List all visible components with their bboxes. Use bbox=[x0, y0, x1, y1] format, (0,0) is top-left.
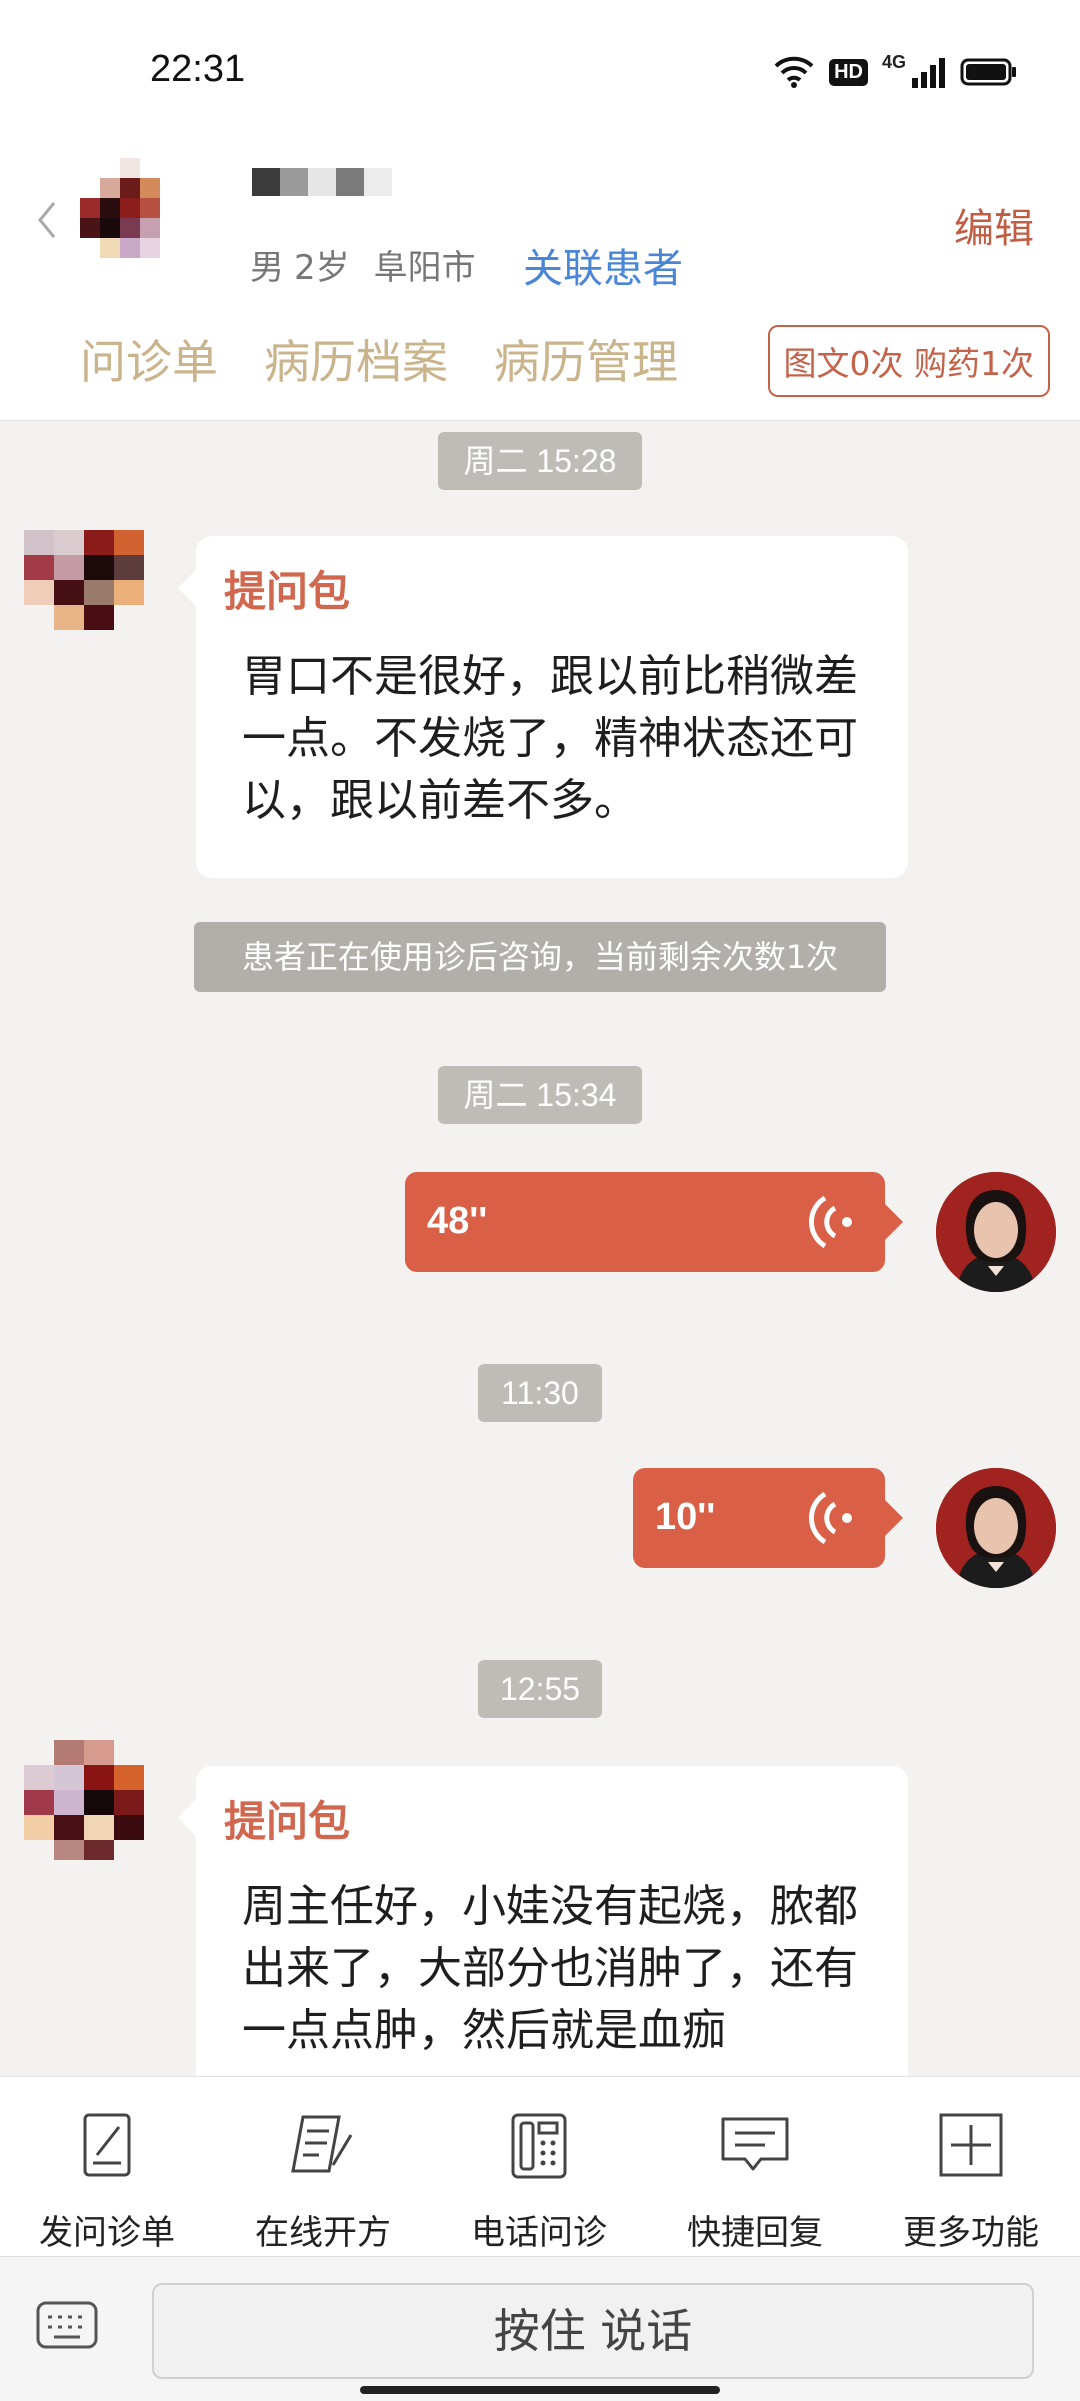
signal-icon bbox=[912, 58, 945, 88]
keyboard-icon[interactable] bbox=[36, 2301, 98, 2351]
questionnaire-icon bbox=[83, 2113, 131, 2177]
status-icons: HD 4G bbox=[773, 52, 1018, 92]
patient-info: 男 2岁 阜阳市 bbox=[250, 240, 476, 289]
hold-to-talk-button[interactable]: 按住 说话 bbox=[152, 2283, 1034, 2379]
header-tabs: 问诊单 病历档案 病历管理 bbox=[80, 326, 678, 392]
link-patient-button[interactable]: 关联患者 bbox=[523, 236, 683, 294]
voice-message[interactable]: 48'' bbox=[405, 1172, 903, 1272]
patient-age: 2岁 bbox=[294, 248, 350, 288]
send-questionnaire-button[interactable]: 发问诊单 bbox=[17, 2105, 197, 2254]
patient-avatar[interactable] bbox=[80, 158, 220, 298]
patient-message-bubble[interactable]: 提问包 胃口不是很好，跟以前比稍微差一点。不发烧了，精神状态还可以，跟以前差不多… bbox=[178, 536, 908, 878]
phone-consult-button[interactable]: 电话问诊 bbox=[449, 2105, 629, 2254]
plus-icon bbox=[939, 2113, 1003, 2177]
patient-header: 男 2岁 阜阳市 关联患者 编辑 问诊单 病历档案 病历管理 图文0次 购药1次 bbox=[0, 130, 1080, 421]
patient-gender: 男 bbox=[250, 248, 284, 288]
back-icon[interactable] bbox=[32, 195, 62, 245]
voice-duration: 48'' bbox=[427, 1200, 488, 1242]
online-prescription-button[interactable]: 在线开方 bbox=[233, 2105, 413, 2254]
tool-label: 在线开方 bbox=[255, 2213, 391, 2253]
home-indicator[interactable] bbox=[360, 2386, 720, 2394]
patient-city: 阜阳市 bbox=[373, 248, 476, 288]
patient-message-bubble[interactable]: 提问包 周主任好，小娃没有起烧，脓都出来了，大部分也消肿了，还有一点点肿，然后就… bbox=[178, 1766, 908, 2106]
service-count-badge[interactable]: 图文0次 购药1次 bbox=[767, 325, 1050, 397]
more-functions-button[interactable]: 更多功能 bbox=[881, 2105, 1061, 2254]
status-bar: 22:31 HD 4G bbox=[0, 0, 1080, 130]
message-text: 胃口不是很好，跟以前比稍微差一点。不发烧了，精神状态还可以，跟以前差不多。 bbox=[242, 651, 858, 826]
quick-reply-button[interactable]: 快捷回复 bbox=[665, 2105, 845, 2254]
tab-medical-record[interactable]: 病历档案 bbox=[264, 326, 448, 392]
tab-questionnaire[interactable]: 问诊单 bbox=[80, 326, 218, 392]
timestamp: 12:55 bbox=[478, 1660, 602, 1718]
battery-icon bbox=[960, 58, 1016, 86]
input-bar: 按住 说话 bbox=[0, 2256, 1080, 2401]
action-toolbar: 发问诊单 在线开方 电话问诊 快捷回复 更多功能 bbox=[0, 2076, 1080, 2257]
chat-icon bbox=[721, 2117, 789, 2171]
timestamp: 11:30 bbox=[478, 1364, 602, 1422]
patient-name-redacted bbox=[252, 168, 412, 202]
message-type-label: 提问包 bbox=[224, 1797, 351, 1846]
edit-button[interactable]: 编辑 bbox=[954, 196, 1034, 254]
system-notice: 患者正在使用诊后咨询，当前剩余次数1次 bbox=[194, 922, 886, 992]
patient-message-avatar[interactable] bbox=[24, 510, 144, 630]
prescription-icon bbox=[291, 2115, 353, 2173]
doctor-avatar[interactable] bbox=[936, 1468, 1056, 1588]
patient-message-avatar[interactable] bbox=[24, 1740, 144, 1860]
voice-play-icon bbox=[808, 1491, 852, 1545]
message-text: 周主任好，小娃没有起烧，脓都出来了，大部分也消肿了，还有一点点肿，然后就是血痂 bbox=[242, 1881, 858, 2056]
network-label: 4G bbox=[881, 51, 906, 72]
message-type-label: 提问包 bbox=[224, 567, 351, 616]
tool-label: 发问诊单 bbox=[39, 2213, 175, 2253]
tool-label: 更多功能 bbox=[903, 2213, 1039, 2253]
doctor-avatar[interactable] bbox=[936, 1172, 1056, 1292]
status-time: 22:31 bbox=[150, 48, 246, 90]
tool-label: 电话问诊 bbox=[471, 2213, 607, 2253]
voice-message[interactable]: 10'' bbox=[633, 1468, 903, 1568]
phone-icon bbox=[511, 2113, 567, 2179]
timestamp: 周二 15:28 bbox=[438, 432, 642, 490]
tool-label: 快捷回复 bbox=[687, 2213, 823, 2253]
wifi-icon bbox=[774, 56, 814, 88]
tab-record-management[interactable]: 病历管理 bbox=[494, 326, 678, 392]
timestamp: 周二 15:34 bbox=[438, 1066, 642, 1124]
voice-duration: 10'' bbox=[655, 1496, 716, 1538]
voice-play-icon bbox=[808, 1195, 852, 1249]
hd-badge: HD bbox=[829, 58, 868, 86]
